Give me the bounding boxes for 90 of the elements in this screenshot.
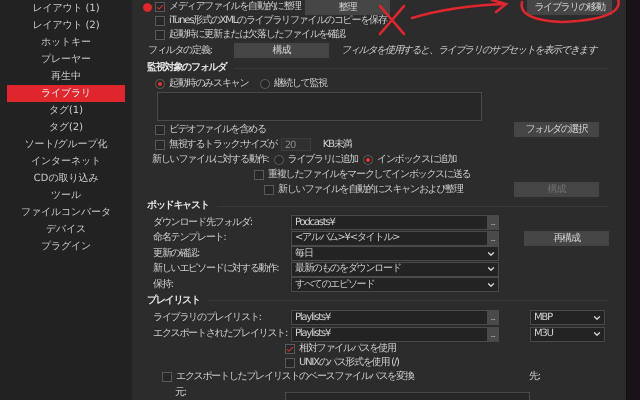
browse-button[interactable]: ...	[487, 232, 498, 245]
checkbox[interactable]	[285, 358, 295, 368]
field-label: 保持:	[153, 278, 174, 292]
field-label: 先:	[529, 370, 540, 384]
sidebar-item[interactable]: レイアウト (2)	[7, 17, 125, 34]
checkbox[interactable]	[155, 140, 165, 150]
browse-button[interactable]: ...	[487, 328, 498, 341]
radio-button[interactable]	[362, 155, 373, 166]
select-value: M3U	[533, 327, 554, 342]
format-dropdown[interactable]: M3U	[530, 326, 605, 342]
select-value: 毎日	[294, 246, 314, 261]
field-label: 更新の確認:	[153, 246, 200, 261]
checkbox[interactable]	[155, 16, 165, 26]
field-label: ライブラリのプレイリスト:	[153, 310, 262, 325]
sidebar-item[interactable]: タグ(1)	[7, 102, 125, 119]
folder-list[interactable]	[157, 92, 482, 121]
choose-folder-button[interactable]: フォルダの選択	[514, 122, 599, 137]
organize-button[interactable]: 整理	[305, 0, 390, 14]
sidebar-item[interactable]: インターネット	[7, 153, 125, 170]
checkbox-label: 相対ファイルパスを使用	[299, 342, 396, 356]
section-title: ポッドキャスト	[147, 199, 209, 214]
radio-button[interactable]	[155, 78, 165, 89]
dropdown[interactable]: 最新のものをダウンロード	[291, 262, 499, 277]
path-field[interactable]: Playlists¥ ...	[291, 310, 499, 326]
radio-label: ライブラリに追加	[288, 153, 358, 168]
format-dropdown[interactable]: MBP	[530, 310, 605, 326]
browse-button[interactable]: ...	[487, 311, 498, 324]
radio-label: 起動時のみスキャン	[169, 76, 248, 91]
checkbox[interactable]	[285, 344, 295, 354]
select-value: MBP	[533, 310, 554, 325]
field-label: 元:	[175, 386, 187, 400]
checkbox-label: ビデオファイルを含める	[169, 122, 266, 136]
path-field[interactable]: Podcasts¥ ...	[291, 215, 499, 230]
field-label: エクスポートされたプレイリスト:	[153, 327, 288, 342]
checkbox-label: メディアファイルを自動的に整理	[169, 0, 302, 14]
checkbox[interactable]	[162, 372, 172, 382]
sidebar-item[interactable]: ファイルコンバータ	[7, 204, 125, 221]
radio-label: 継続して監視	[274, 76, 328, 91]
checkbox-label: 重複したファイルをマークしてインボックスに送る	[268, 168, 470, 182]
path-field[interactable]: <アルバム>¥<タイトル> ...	[291, 230, 499, 246]
sidebar-item[interactable]: タグ(2)	[7, 119, 125, 136]
sidebar-item[interactable]: 再生中	[7, 68, 125, 85]
field-value: Playlists¥	[294, 327, 332, 342]
field-value: <アルバム>¥<タイトル>	[294, 231, 400, 246]
checkbox-label: UNIXのパス形式を使用 (/)	[299, 356, 399, 370]
sidebar-item[interactable]: CDの取り込み	[7, 170, 125, 187]
sidebar-item[interactable]: ホットキー	[7, 34, 125, 51]
sidebar-item[interactable]: ライブラリ	[7, 85, 125, 102]
checkbox[interactable]	[155, 124, 165, 134]
sidebar-item[interactable]: レイアウト (1)	[7, 0, 125, 17]
rebuild-button[interactable]: 再構成	[524, 230, 609, 246]
checkbox-label: 無視するトラック:サイズが	[169, 138, 277, 152]
warning-icon	[143, 2, 152, 12]
path-field[interactable]: Playlists¥ ...	[291, 326, 499, 342]
field-label: 新しいエピソードに対する動作:	[153, 262, 280, 276]
field-label: 新しいファイルに対する動作:	[152, 153, 269, 168]
select-value: 最新のものをダウンロード	[294, 262, 402, 276]
size-field[interactable]: 20	[280, 138, 311, 152]
size-unit: KB未満	[322, 138, 352, 152]
sidebar-item[interactable]: プレーヤー	[7, 51, 125, 68]
field-value: Playlists¥	[294, 310, 332, 325]
section-title: 監視対象のフォルダ	[147, 61, 226, 76]
select-value: すべてのエピソード	[294, 278, 376, 292]
browse-button[interactable]: ...	[487, 216, 498, 230]
checkbox[interactable]	[155, 30, 165, 40]
checkbox[interactable]	[155, 2, 165, 12]
configure-filter-button[interactable]: 構成	[234, 43, 329, 58]
sidebar-item[interactable]: ソート/グループ化	[7, 136, 125, 153]
section-title: プレイリスト	[147, 294, 200, 308]
checkbox[interactable]	[264, 184, 274, 195]
checkbox-label: 新しいファイルを自動的にスキャンおよび整理	[278, 182, 463, 197]
sidebar-item[interactable]: ツール	[7, 187, 125, 204]
input-field[interactable]	[285, 392, 530, 400]
sidebar-item[interactable]: プラグイン	[7, 238, 125, 255]
checkbox-label: iTunes形式のXMLのライブラリファイルのコピーを保存	[169, 14, 387, 28]
filter-hint: フィルタを使用すると、ライブラリのサブセットを表示できます	[341, 44, 596, 58]
field-label: 命名テンプレート:	[153, 231, 227, 246]
field-label: フィルタの定義:	[148, 44, 213, 58]
radio-label: インボックスに追加	[376, 153, 456, 168]
checkbox-label: エクスポートしたプレイリストのベースファイルパスを変換	[176, 370, 414, 384]
checkbox[interactable]	[254, 170, 264, 180]
dropdown[interactable]: 毎日	[291, 246, 499, 262]
move-library-button[interactable]: ライブラリの移動	[527, 0, 612, 14]
field-label: ダウンロード先フォルダ:	[153, 216, 253, 230]
dropdown[interactable]: すべてのエピソード	[291, 277, 499, 292]
radio-button[interactable]	[274, 155, 284, 166]
checkbox-label: 起動時に更新または欠落したファイルを確認	[169, 28, 346, 42]
sidebar-item[interactable]: デバイス	[7, 221, 125, 238]
field-value: Podcasts¥	[294, 216, 336, 230]
radio-button[interactable]	[260, 78, 270, 89]
